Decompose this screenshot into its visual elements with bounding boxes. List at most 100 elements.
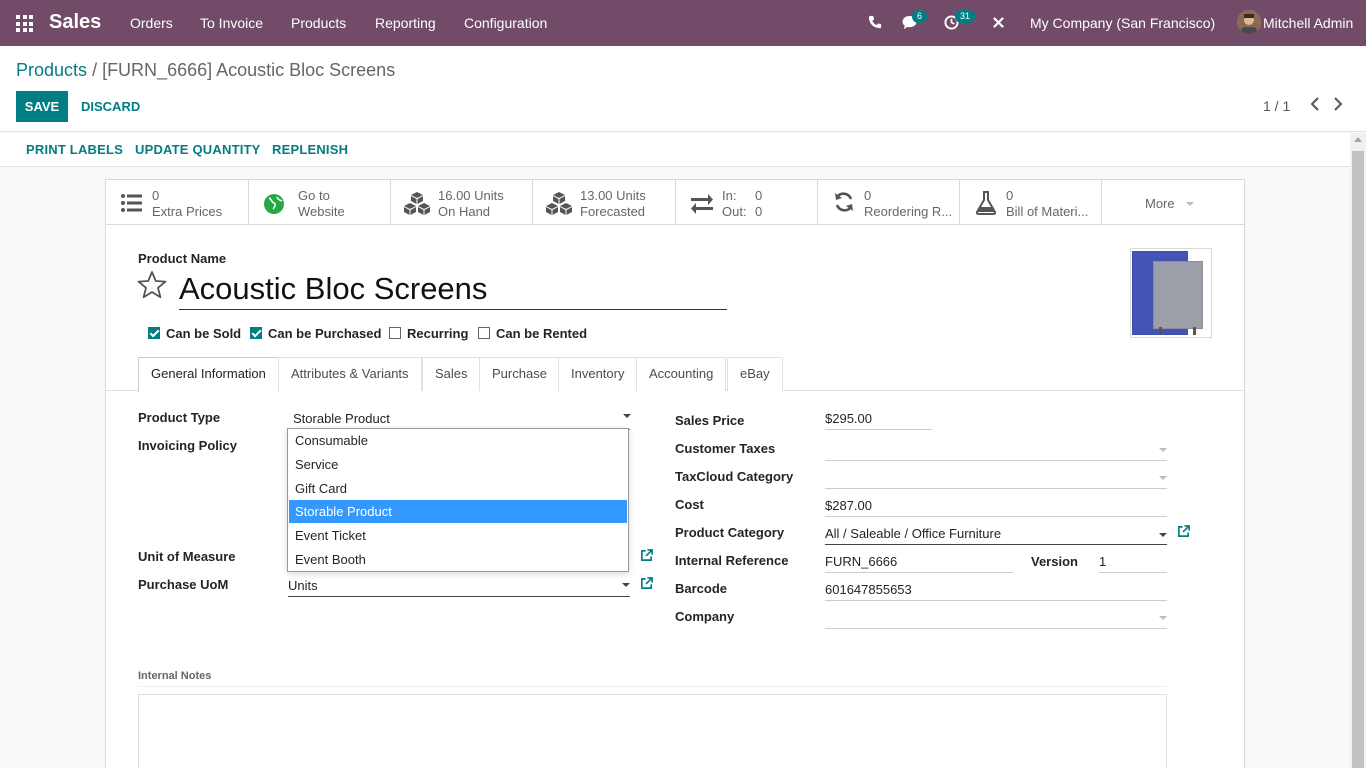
close-tools-icon[interactable] [992,16,1005,32]
chevron-down-icon [623,414,631,418]
external-link-icon[interactable] [640,549,653,565]
control-panel: Products / [FURN_6666] Acoustic Bloc Scr… [0,46,1366,132]
tab-inventory[interactable]: Inventory [558,357,638,391]
sales-price-input[interactable]: $295.00 [825,410,932,430]
external-link-icon[interactable] [1177,525,1190,541]
breadcrumb: Products / [FURN_6666] Acoustic Bloc Scr… [16,60,395,81]
can-be-purchased-label[interactable]: Can be Purchased [268,326,381,341]
can-be-sold-checkbox[interactable] [148,327,160,339]
recurring-checkbox[interactable] [389,327,401,339]
company-input[interactable] [825,609,1167,629]
version-value: 1 [1099,554,1107,569]
barcode-label: Barcode [675,581,728,596]
pager-previous-icon[interactable] [1310,97,1320,116]
tab-ebay[interactable]: eBay [727,357,783,391]
avatar[interactable] [1237,10,1261,34]
can-be-purchased-checkbox[interactable] [250,327,262,339]
internal-reference-input[interactable]: FURN_6666 [825,553,1013,573]
pager-next-icon[interactable] [1333,97,1343,116]
exchange-icon [690,194,714,218]
external-link-icon[interactable] [640,577,653,593]
tab-attributes-variants[interactable]: Attributes & Variants [278,357,422,391]
more-button[interactable]: More [1102,180,1244,225]
menu-products[interactable]: Products [291,15,346,31]
can-be-rented-checkbox[interactable] [478,327,490,339]
menu-to-invoice[interactable]: To Invoice [200,15,263,31]
phone-icon[interactable] [868,15,882,32]
option-event-ticket[interactable]: Event Ticket [289,524,627,547]
app-name[interactable]: Sales [49,11,101,34]
tab-purchase[interactable]: Purchase [479,357,560,391]
product-type-dropdown: Consumable Service Gift Card Storable Pr… [287,428,629,572]
extra-prices-value: 0 [152,188,160,203]
save-button[interactable]: SAVE [16,91,68,122]
activity-clock-icon[interactable]: 31 [944,10,976,33]
status-bar: PRINT LABELS UPDATE QUANTITY REPLENISH [0,133,1350,167]
scroll-thumb[interactable] [1352,151,1364,768]
forecasted-button[interactable]: 13.00 Units Forecasted [533,180,676,225]
apps-menu-icon[interactable] [16,15,33,32]
go-to-website-button[interactable]: Go to Website [249,180,391,225]
purchase-uom-select[interactable]: Units [288,577,630,597]
chevron-down-icon [1159,616,1167,620]
menu-reporting[interactable]: Reporting [375,15,436,31]
extra-prices-label: Extra Prices [152,204,223,219]
bom-label: Bill of Materi... [1006,204,1089,219]
product-type-select[interactable]: Storable Product [288,410,630,430]
discard-button[interactable]: DISCARD [81,91,140,122]
customer-taxes-input[interactable] [825,441,1167,461]
sales-price-label: Sales Price [675,413,745,428]
barcode-value: 601647855653 [825,582,912,597]
bill-of-materials-button[interactable]: 0 Bill of Materi... [960,180,1102,225]
smart-buttons: 0 Extra Prices Go to Website 16.00 Units… [106,180,1244,225]
tab-sales[interactable]: Sales [422,357,481,391]
product-category-select[interactable]: All / Saleable / Office Furniture [825,525,1167,545]
menu-orders[interactable]: Orders [130,15,173,31]
print-labels-button[interactable]: PRINT LABELS [26,142,123,157]
forecasted-label: Forecasted [580,204,646,219]
product-type-value: Storable Product [293,411,390,426]
reordering-label: Reordering R... [864,204,953,219]
scrollbar[interactable] [1350,133,1366,768]
breadcrumb-current: / [FURN_6666] Acoustic Bloc Screens [92,60,396,80]
refresh-icon [833,191,857,215]
option-gift-card[interactable]: Gift Card [289,477,627,500]
breadcrumb-products-link[interactable]: Products [16,60,87,80]
product-image[interactable] [1130,248,1212,338]
tab-accounting[interactable]: Accounting [636,357,727,391]
option-service[interactable]: Service [289,453,627,476]
reordering-rules-button[interactable]: 0 Reordering R... [818,180,960,225]
taxcloud-category-label: TaxCloud Category [675,469,794,484]
barcode-input[interactable]: 601647855653 [825,581,1167,601]
taxcloud-category-input[interactable] [825,469,1167,489]
top-navbar: Sales Orders To Invoice Products Reporti… [0,0,1366,46]
favorite-star-icon[interactable] [137,270,167,303]
option-consumable[interactable]: Consumable [289,429,627,452]
in-out-button[interactable]: In: 0 Out: 0 [676,180,818,225]
internal-notes-editor[interactable] [138,694,1167,768]
cost-input[interactable]: $287.00 [825,497,1167,517]
can-be-rented-label[interactable]: Can be Rented [496,326,587,341]
tab-general-information[interactable]: General Information [138,357,279,392]
version-input[interactable]: 1 [1099,553,1167,573]
can-be-sold-label[interactable]: Can be Sold [166,326,241,341]
company-switcher[interactable]: My Company (San Francisco) [1030,15,1215,31]
website-label: Website [298,204,345,219]
product-name-input[interactable]: Acoustic Bloc Screens [179,270,727,310]
option-event-booth[interactable]: Event Booth [289,548,627,571]
on-hand-button[interactable]: 16.00 Units On Hand [391,180,533,225]
option-storable-product[interactable]: Storable Product [289,500,627,523]
messages-badge: 6 [912,10,928,23]
menu-configuration[interactable]: Configuration [464,15,547,31]
scroll-up-icon[interactable] [1354,137,1362,142]
chat-icon[interactable]: 6 [902,10,928,33]
user-menu[interactable]: Mitchell Admin [1263,15,1353,31]
pager-value[interactable]: 1 / 1 [1263,98,1290,114]
company-label: Company [675,609,735,624]
extra-prices-button[interactable]: 0 Extra Prices [106,180,249,225]
internal-notes-label: Internal Notes [138,670,212,682]
recurring-label[interactable]: Recurring [407,326,468,341]
replenish-button[interactable]: REPLENISH [272,142,348,157]
update-quantity-button[interactable]: UPDATE QUANTITY [135,142,261,157]
in-value: 0 [755,188,763,203]
